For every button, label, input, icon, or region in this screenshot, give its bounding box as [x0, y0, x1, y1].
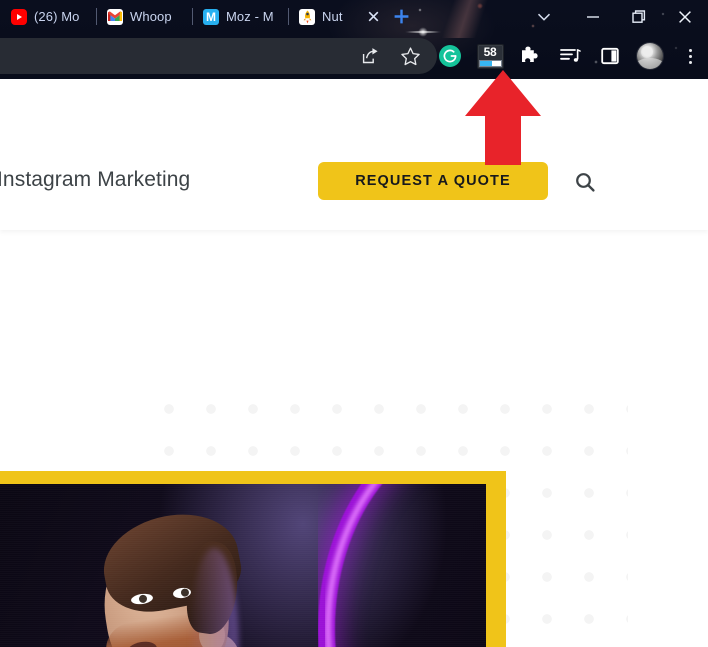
grammarly-icon [439, 45, 461, 67]
close-icon [679, 10, 691, 23]
media-playlist-icon [560, 49, 581, 62]
hero-image-frame [0, 471, 506, 647]
rocket-icon [299, 8, 315, 25]
media-playlist-button[interactable] [550, 33, 590, 79]
tab-title: Whoop [130, 9, 172, 24]
avatar [637, 43, 663, 69]
hero-image [0, 484, 486, 647]
star-icon [400, 46, 420, 65]
moz-da-value: 58 [483, 44, 497, 59]
webpage-viewport: Instagram Marketing REQUEST A QUOTE [0, 79, 708, 647]
annotation-arrow-up [465, 70, 541, 165]
share-icon [362, 48, 378, 64]
tab-close-icon[interactable] [366, 9, 381, 24]
screenshot-root: (26) Mo Whoop M Moz - M Nut 58 Instagram… [0, 0, 708, 647]
side-panel-button[interactable] [590, 33, 630, 79]
minimize-icon [587, 15, 599, 18]
browser-menu-button[interactable] [670, 33, 708, 79]
browser-chrome: (26) Mo Whoop M Moz - M Nut 58 [0, 0, 708, 79]
side-panel-icon [601, 47, 619, 65]
kebab-menu-icon [688, 48, 692, 64]
moz-progress-bar [478, 59, 502, 67]
tab-search-button[interactable] [518, 0, 570, 33]
browser-tab-youtube[interactable]: (26) Mo [0, 0, 96, 33]
gmail-icon [107, 8, 123, 25]
tab-title: Moz - M [226, 9, 274, 24]
tab-title: (26) Mo [34, 9, 80, 24]
chevron-down-icon [537, 13, 551, 21]
site-header: Instagram Marketing REQUEST A QUOTE [0, 79, 708, 230]
profile-button[interactable] [630, 33, 670, 79]
request-a-quote-button[interactable]: REQUEST A QUOTE [318, 162, 548, 200]
share-button[interactable] [350, 33, 390, 79]
browser-tab-gmail[interactable]: Whoop [96, 0, 192, 33]
browser-tab-active[interactable]: Nut [288, 0, 384, 33]
minimize-button[interactable] [570, 0, 616, 33]
plus-icon [394, 9, 408, 24]
grammarly-extension-button[interactable] [430, 33, 470, 79]
maximize-button[interactable] [616, 0, 662, 33]
browser-tab-moz[interactable]: M Moz - M [192, 0, 288, 33]
tab-title: Nut [322, 9, 343, 24]
search-button[interactable] [570, 167, 600, 197]
moz-progress-fill [479, 60, 492, 66]
search-icon [576, 173, 595, 192]
photo-grain-overlay [0, 484, 486, 647]
maximize-icon [632, 9, 646, 23]
moz-icon: M [203, 8, 219, 25]
window-controls [518, 0, 708, 33]
youtube-icon [11, 8, 27, 25]
close-button[interactable] [662, 0, 708, 33]
nav-item-instagram-marketing[interactable]: Instagram Marketing [0, 168, 190, 192]
browser-toolbar: 58 [0, 33, 708, 79]
puzzle-icon [522, 46, 538, 62]
moz-da-badge: 58 [476, 43, 504, 69]
tab-strip: (26) Mo Whoop M Moz - M Nut [0, 0, 708, 33]
new-tab-button[interactable] [384, 0, 418, 33]
bookmark-button[interactable] [390, 33, 430, 79]
